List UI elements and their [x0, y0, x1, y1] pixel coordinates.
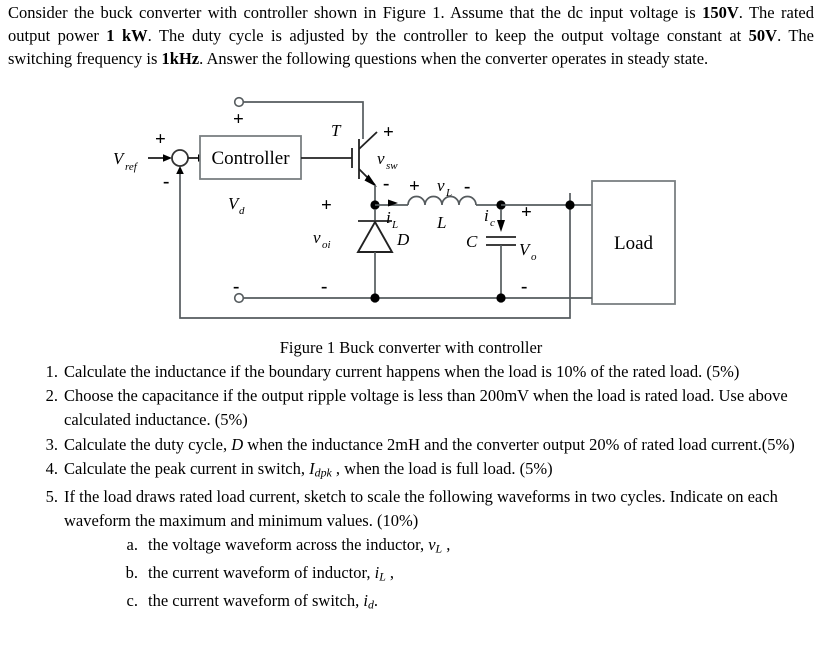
intro-emphasis: 50V	[748, 25, 778, 45]
question-number: 2.	[45, 386, 58, 406]
question-sub-letter: a.	[126, 535, 138, 555]
question-number: 4.	[45, 458, 58, 478]
circuit-figure: Controller T + v sw - V d + - - + D v oi…	[0, 92, 822, 332]
feedback-tap-dot	[565, 200, 575, 210]
questions-list: 1. Calculate the inductance if the bounda…	[30, 360, 816, 616]
intro-text: . Answer the following questions when th…	[199, 48, 709, 68]
question-item: 2. Choose the capacitance if the output r…	[30, 384, 816, 432]
question-item: 3. Calculate the duty cycle, D when the i…	[30, 433, 816, 457]
diode-label: D	[396, 230, 410, 249]
question-text: Calculate the duty cycle, D when the ind…	[64, 433, 816, 457]
vref-label-subscript: ref	[125, 161, 139, 173]
vL-plus-sign: +	[409, 176, 420, 197]
question-number: 1.	[45, 362, 58, 381]
arrowhead-vref	[163, 154, 172, 162]
question-sub-part: ,	[385, 562, 395, 582]
question-item: 5. If the load draws rated load current, …	[30, 485, 816, 617]
question-sub-part: the current waveform of inductor,	[148, 562, 375, 582]
question-item: 4. Calculate the peak current in switch, …	[30, 457, 816, 485]
question-sub-part: ,	[442, 535, 451, 555]
inductor-label: L	[436, 213, 446, 232]
vsw-minus-sign: -	[383, 173, 389, 194]
question-part: Calculate the peak current in switch,	[64, 458, 310, 478]
intro-text: . The duty cycle is adjusted by the cont…	[147, 25, 749, 45]
bottom-rail-dot-left	[370, 293, 380, 303]
voi-minus-sign: -	[321, 276, 327, 297]
question-sub-part: the current waveform of switch,	[148, 590, 364, 610]
question-sub-item: a. the voltage waveform across the induct…	[122, 533, 816, 561]
question-sub-item: b. the current waveform of inductor, iL ,	[122, 561, 816, 589]
wire-input-top	[243, 101, 364, 139]
problem-statement: Consider the buck converter with control…	[8, 2, 814, 70]
question-text: Calculate the inductance if the boundary…	[64, 360, 816, 384]
summing-junction	[171, 149, 189, 167]
inductor-coil	[407, 195, 477, 206]
arrowhead-feedback	[176, 166, 184, 174]
capacitor-label: C	[466, 232, 478, 251]
question-sub-letter: c.	[126, 590, 138, 610]
question-text: Choose the capacitance if the output rip…	[64, 384, 816, 432]
voi-plus-sign: +	[321, 195, 332, 216]
intro-emphasis: 1kHz	[161, 48, 200, 68]
load-label: Load	[614, 233, 654, 254]
question-part: when the inductance 2mH and the converte…	[243, 434, 795, 454]
arrowhead-ic	[497, 220, 505, 232]
voi-label: v	[313, 228, 321, 247]
transistor-collector-lead	[358, 131, 378, 150]
vd-minus-sign: -	[233, 276, 239, 297]
question-sub-part: L	[379, 569, 386, 584]
question-number: 3.	[45, 434, 58, 454]
figure-caption: Figure 1 Buck converter with controller	[279, 338, 543, 357]
question-sub-text: the current waveform of switch, id.	[148, 590, 378, 612]
vL-label: v	[437, 176, 445, 195]
vo-label-subscript: o	[531, 251, 537, 263]
summing-plus-sign: +	[155, 129, 166, 150]
bottom-rail-dot-right	[496, 293, 506, 303]
iL-label-subscript: L	[391, 219, 398, 231]
question-text: If the load draws rated load current, sk…	[64, 485, 816, 533]
question-part: If the load draws rated load current, sk…	[64, 486, 778, 530]
controller-label: Controller	[211, 148, 290, 169]
vsw-label: v	[377, 149, 385, 168]
input-terminal-positive	[233, 96, 245, 108]
question-part: , when the load is full load. (5%)	[331, 458, 553, 478]
question-part: dpk	[314, 465, 332, 480]
iL-label: i	[386, 208, 391, 227]
vo-minus-sign: -	[521, 276, 527, 297]
summing-minus-sign: -	[163, 171, 169, 192]
question-sub-list: a. the voltage waveform across the induct…	[64, 533, 816, 616]
question-sub-part: .	[373, 590, 378, 610]
question-part: Calculate the inductance if the boundary…	[64, 362, 740, 381]
question-part: D	[231, 434, 244, 454]
ic-label: i	[484, 206, 489, 225]
question-sub-part: the voltage waveform across the inductor…	[148, 535, 429, 555]
voi-label-subscript: oi	[322, 239, 331, 251]
question-part: Choose the capacitance if the output rip…	[64, 386, 788, 430]
vL-minus-sign: -	[464, 176, 470, 197]
vd-plus-sign: +	[233, 109, 244, 130]
vo-plus-sign: +	[521, 202, 532, 223]
vsw-plus-sign: +	[383, 122, 394, 143]
ic-label-subscript: c	[490, 217, 495, 229]
question-sub-item: c. the current waveform of switch, id.	[122, 589, 816, 617]
vL-label-subscript: L	[445, 187, 452, 199]
intro-emphasis: 1 kW	[106, 25, 148, 45]
intro-text: Consider the buck converter with control…	[8, 3, 703, 22]
question-sub-part: v	[428, 535, 436, 555]
vsw-label-subscript: sw	[386, 160, 398, 172]
vd-label-subscript: d	[239, 205, 245, 217]
transistor-label: T	[331, 121, 342, 140]
question-item: 1. Calculate the inductance if the bounda…	[30, 360, 816, 384]
intro-emphasis: 150V	[702, 3, 739, 22]
question-number: 5.	[45, 486, 58, 506]
question-text: Calculate the peak current in switch, Id…	[64, 457, 816, 485]
question-sub-letter: b.	[125, 562, 138, 582]
question-sub-text: the current waveform of inductor, iL ,	[148, 562, 395, 584]
question-sub-text: the voltage waveform across the inductor…	[148, 535, 451, 556]
question-part: Calculate the duty cycle,	[64, 434, 232, 454]
